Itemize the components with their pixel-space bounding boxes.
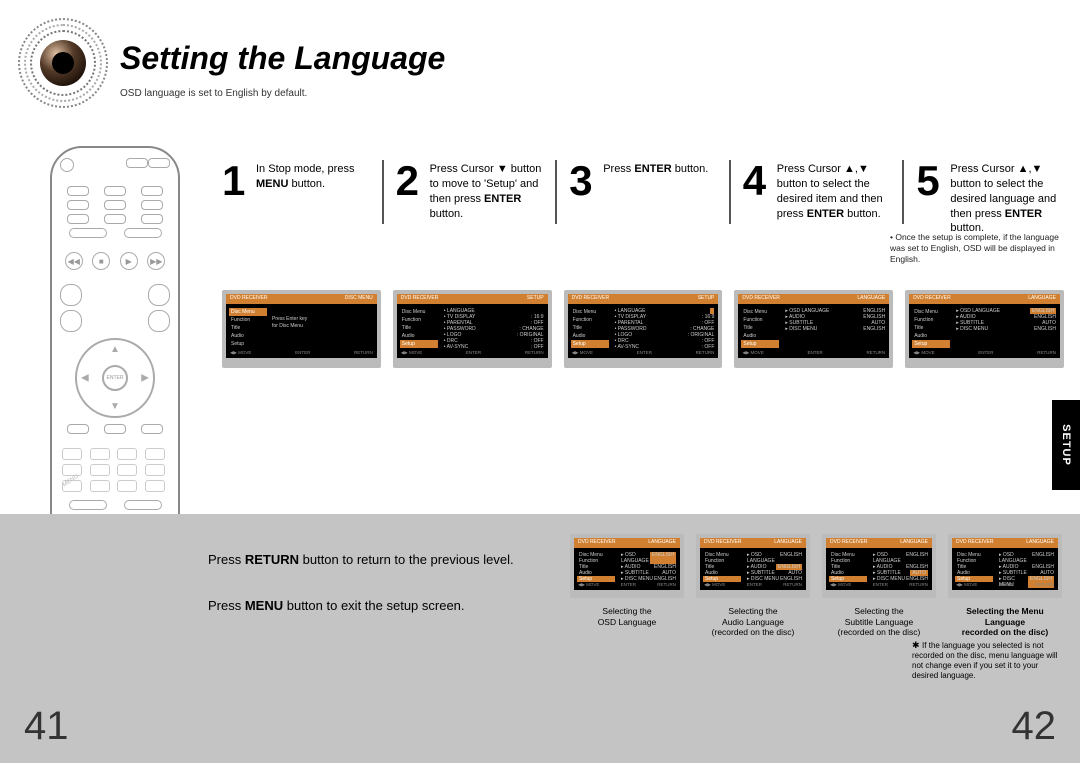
step-text: Press Cursor ▲,▼ button to select the de… bbox=[777, 160, 891, 224]
remote-enter-label: ENTER bbox=[102, 365, 128, 391]
caption-osd: Selecting theOSD Language bbox=[570, 606, 684, 638]
step-screens: DVD RECEIVERDISC MENUDisc MenuFunctionTi… bbox=[222, 290, 1064, 368]
top-note: Once the setup is complete, if the langu… bbox=[890, 232, 1062, 265]
screen-discmenu-lang: DVD RECEIVERLANGUAGEDisc MenuFunctionTit… bbox=[948, 534, 1062, 598]
step-3: 3 Press ENTER button. bbox=[569, 160, 717, 224]
step-text: Press Cursor ▲,▼ button to select the de… bbox=[950, 160, 1064, 224]
step-number: 4 bbox=[743, 160, 771, 224]
step-text: Press Cursor ▼ button to move to 'Setup'… bbox=[430, 160, 544, 224]
steps-row: 1 In Stop mode, press MENU button. 2 Pre… bbox=[222, 160, 1064, 224]
page-title: Setting the Language bbox=[120, 40, 445, 77]
screen-step2: DVD RECEIVERSETUPDisc MenuFunctionTitleA… bbox=[393, 290, 552, 368]
screen-osd-lang: DVD RECEIVERLANGUAGEDisc MenuFunctionTit… bbox=[570, 534, 684, 598]
side-tab-setup: SETUP bbox=[1052, 400, 1080, 490]
step-number: 1 bbox=[222, 160, 250, 224]
page-number-left: 41 bbox=[24, 704, 69, 749]
caption-row: Selecting theOSD Language Selecting theA… bbox=[570, 606, 1062, 638]
step-number: 5 bbox=[916, 160, 944, 224]
screen-step1: DVD RECEIVERDISC MENUDisc MenuFunctionTi… bbox=[222, 290, 381, 368]
caption-discmenu: Selecting the Menu Languagerecorded on t… bbox=[948, 606, 1062, 638]
step-text: Press ENTER button. bbox=[603, 160, 708, 224]
step-number: 3 bbox=[569, 160, 597, 224]
page-subtitle: OSD language is set to English by defaul… bbox=[120, 88, 307, 99]
step-1: 1 In Stop mode, press MENU button. bbox=[222, 160, 370, 224]
page-number-right: 42 bbox=[1012, 704, 1057, 749]
screen-step3: DVD RECEIVERSETUPDisc MenuFunctionTitleA… bbox=[564, 290, 723, 368]
screen-subtitle-lang: DVD RECEIVERLANGUAGEDisc MenuFunctionTit… bbox=[822, 534, 936, 598]
step-2: 2 Press Cursor ▼ button to move to 'Setu… bbox=[396, 160, 544, 224]
caption-audio: Selecting theAudio Language(recorded on … bbox=[696, 606, 810, 638]
star-note: ✱ If the language you selected is not re… bbox=[912, 640, 1062, 681]
bottom-screens: DVD RECEIVERLANGUAGEDisc MenuFunctionTit… bbox=[570, 534, 1062, 598]
menu-note: Press MENU button to exit the setup scre… bbox=[208, 598, 465, 613]
step-4: 4 Press Cursor ▲,▼ button to select the … bbox=[743, 160, 891, 224]
screen-step5: DVD RECEIVERLANGUAGEDisc MenuFunctionTit… bbox=[905, 290, 1064, 368]
caption-subtitle: Selecting theSubtitle Language(recorded … bbox=[822, 606, 936, 638]
return-note: Press RETURN button to return to the pre… bbox=[208, 552, 514, 567]
step-number: 2 bbox=[396, 160, 424, 224]
speaker-logo bbox=[18, 18, 108, 108]
screen-step4: DVD RECEIVERLANGUAGEDisc MenuFunctionTit… bbox=[734, 290, 893, 368]
screen-audio-lang: DVD RECEIVERLANGUAGEDisc MenuFunctionTit… bbox=[696, 534, 810, 598]
step-text: In Stop mode, press MENU button. bbox=[256, 160, 370, 224]
step-5: 5 Press Cursor ▲,▼ button to select the … bbox=[916, 160, 1064, 224]
